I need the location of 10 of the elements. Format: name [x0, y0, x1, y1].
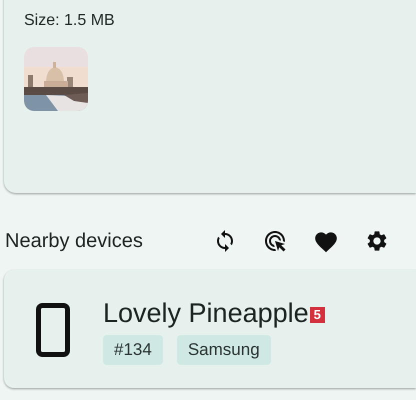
- file-size-label: Size: 1.5 MB: [24, 11, 115, 31]
- settings-icon[interactable]: [365, 229, 389, 253]
- cursor-click-icon[interactable]: [263, 229, 287, 253]
- section-title: Nearby devices: [5, 229, 144, 254]
- phone-icon: [36, 303, 70, 357]
- tag-chip: #134: [103, 335, 163, 365]
- number-badge: 5: [310, 307, 325, 323]
- device-name: Lovely Pineapple: [103, 297, 309, 330]
- tag-chip: Samsung: [176, 335, 271, 365]
- device-card[interactable]: Lovely Pineapple 5 #134 Samsung: [4, 270, 416, 388]
